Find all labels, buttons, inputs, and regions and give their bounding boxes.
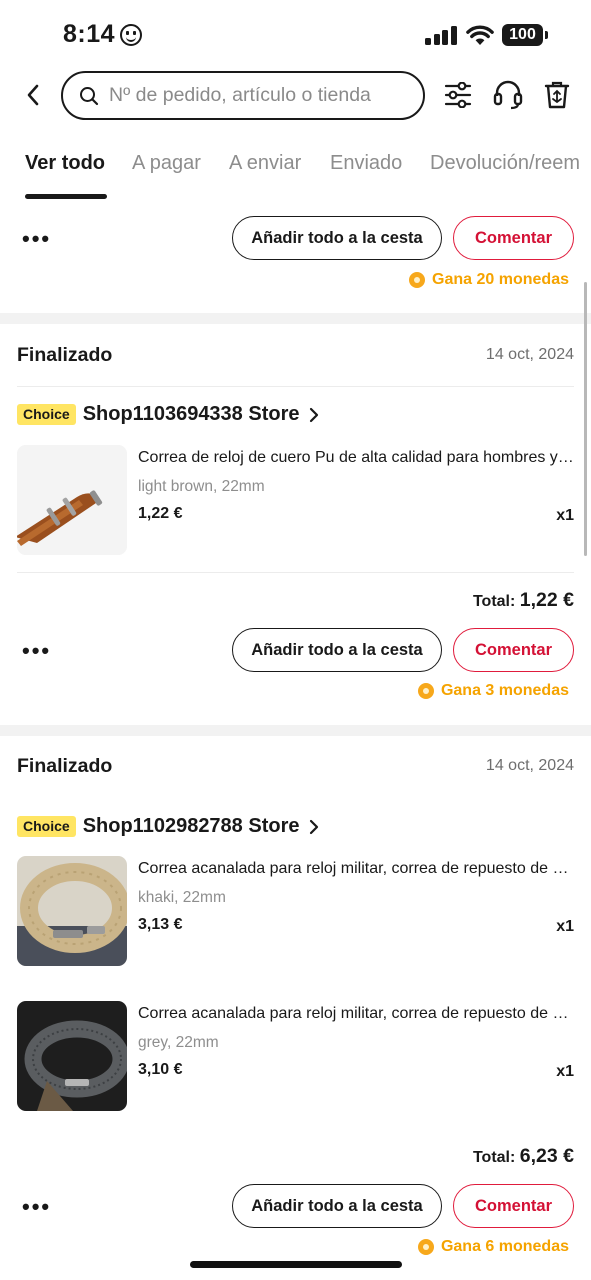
product-variant: light brown, 22mm bbox=[138, 478, 265, 495]
section-separator bbox=[0, 313, 591, 324]
more-options-button[interactable]: ••• bbox=[22, 638, 51, 664]
leather-strap-image bbox=[17, 445, 127, 555]
tab-a-pagar[interactable]: A pagar bbox=[132, 152, 201, 175]
comment-button[interactable]: Comentar bbox=[453, 628, 574, 672]
coin-icon bbox=[417, 683, 434, 699]
tab-enviado[interactable]: Enviado bbox=[330, 152, 402, 175]
search-icon bbox=[80, 86, 99, 105]
coin-icon bbox=[417, 1239, 434, 1255]
active-tab-indicator bbox=[25, 194, 107, 199]
coins-text: Gana 20 monedas bbox=[432, 271, 569, 288]
chevron-right-icon bbox=[310, 407, 319, 422]
product-image[interactable] bbox=[17, 856, 127, 966]
product-image[interactable] bbox=[17, 445, 127, 555]
more-options-button[interactable]: ••• bbox=[22, 226, 51, 252]
coins-reward: Gana 3 monedas bbox=[417, 682, 569, 700]
grey-strap-image bbox=[17, 1001, 127, 1111]
coins-text: Gana 3 monedas bbox=[440, 682, 569, 699]
headset-icon bbox=[493, 80, 523, 110]
chevron-right-icon bbox=[310, 819, 319, 834]
status-bar: 8:14 100 bbox=[0, 0, 591, 70]
product-variant: khaki, 22mm bbox=[138, 889, 226, 906]
add-all-to-cart-button[interactable]: Añadir todo a la cesta bbox=[232, 628, 442, 672]
store-link[interactable]: Choice Shop1103694338 Store bbox=[17, 403, 319, 426]
comment-button[interactable]: Comentar bbox=[453, 1184, 574, 1228]
product-quantity: x1 bbox=[556, 1063, 574, 1080]
smiley-icon bbox=[120, 24, 142, 46]
coins-reward: Gana 6 monedas bbox=[417, 1238, 569, 1256]
order-tabs: Ver todo A pagar A enviar Enviado Devolu… bbox=[0, 140, 591, 202]
home-indicator[interactable] bbox=[190, 1261, 402, 1268]
store-name: Shop1103694338 Store bbox=[82, 403, 300, 425]
divider bbox=[17, 572, 574, 573]
khaki-strap-image bbox=[17, 856, 127, 966]
product-title[interactable]: Correa de reloj de cuero Pu de alta cali… bbox=[138, 449, 575, 467]
product-price: 3,13 € bbox=[138, 916, 183, 933]
order-total: Total: 6,23 € bbox=[473, 1145, 574, 1168]
divider bbox=[17, 386, 574, 387]
product-title[interactable]: Correa acanalada para reloj militar, cor… bbox=[138, 1005, 575, 1023]
tab-ver-todo[interactable]: Ver todo bbox=[25, 152, 105, 175]
choice-badge: Choice bbox=[17, 404, 76, 425]
status-time: 8:14 bbox=[63, 20, 116, 48]
recycle-bin-button[interactable] bbox=[540, 77, 574, 113]
product-price: 1,22 € bbox=[138, 505, 183, 522]
comment-button[interactable]: Comentar bbox=[453, 216, 574, 260]
order-date: 14 oct, 2024 bbox=[485, 757, 574, 774]
order-status: Finalizado bbox=[17, 344, 113, 366]
battery-indicator: 100 bbox=[502, 24, 548, 46]
wifi-icon bbox=[466, 25, 494, 45]
store-link[interactable]: Choice Shop1102982788 Store bbox=[17, 815, 319, 838]
store-name: Shop1102982788 Store bbox=[82, 815, 300, 837]
cellular-signal-icon bbox=[425, 26, 457, 45]
recycle-bin-icon bbox=[544, 81, 570, 109]
add-all-to-cart-button[interactable]: Añadir todo a la cesta bbox=[232, 216, 442, 260]
total-value: 6,23 € bbox=[519, 1145, 574, 1167]
coins-text: Gana 6 monedas bbox=[440, 1238, 569, 1255]
back-button[interactable] bbox=[18, 80, 48, 110]
order-card: Finalizado 14 oct, 2024 Choice Shop11029… bbox=[0, 736, 591, 1280]
order-card: Finalizado 14 oct, 2024 Choice Shop11036… bbox=[0, 324, 591, 725]
customer-service-button[interactable] bbox=[491, 77, 525, 113]
order-card-partial: ••• Añadir todo a la cesta Comentar Gana… bbox=[0, 205, 591, 313]
order-date: 14 oct, 2024 bbox=[485, 346, 574, 363]
choice-badge: Choice bbox=[17, 816, 76, 837]
filter-button[interactable] bbox=[441, 77, 475, 113]
product-image[interactable] bbox=[17, 1001, 127, 1111]
coins-reward: Gana 20 monedas bbox=[409, 271, 569, 289]
search-bar[interactable] bbox=[61, 71, 425, 120]
product-variant: grey, 22mm bbox=[138, 1034, 219, 1051]
section-separator bbox=[0, 725, 591, 736]
add-all-to-cart-button[interactable]: Añadir todo a la cesta bbox=[232, 1184, 442, 1228]
order-status: Finalizado bbox=[17, 755, 113, 777]
back-arrow-icon bbox=[27, 84, 39, 106]
scrollbar[interactable] bbox=[584, 282, 587, 556]
search-input[interactable] bbox=[109, 84, 409, 107]
total-value: 1,22 € bbox=[519, 589, 574, 611]
more-options-button[interactable]: ••• bbox=[22, 1194, 51, 1220]
total-label: Total: bbox=[472, 593, 516, 610]
product-price: 3,10 € bbox=[138, 1061, 183, 1078]
order-total: Total: 1,22 € bbox=[473, 589, 574, 612]
coin-icon bbox=[409, 272, 426, 288]
tab-devolucion[interactable]: Devolución/reem bbox=[430, 152, 580, 175]
product-title[interactable]: Correa acanalada para reloj militar, cor… bbox=[138, 860, 575, 878]
total-label: Total: bbox=[472, 1149, 516, 1166]
product-quantity: x1 bbox=[556, 918, 574, 935]
tab-a-enviar[interactable]: A enviar bbox=[229, 152, 301, 175]
product-quantity: x1 bbox=[556, 507, 574, 524]
filter-sliders-icon bbox=[444, 82, 472, 108]
